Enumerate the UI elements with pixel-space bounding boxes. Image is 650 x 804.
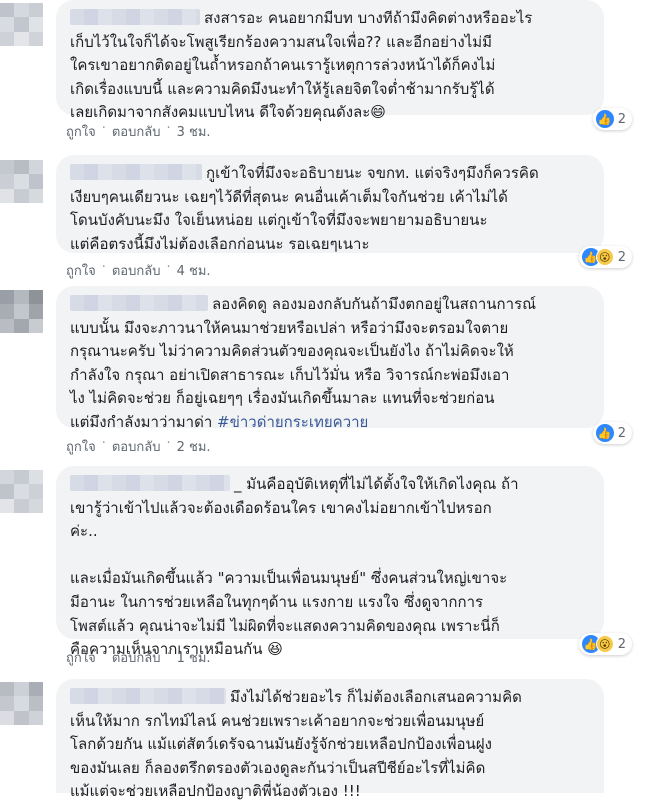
comment-actions: ถูกใจ · ตอบกลับ · 1 ชม.: [66, 647, 211, 668]
separator: ·: [166, 260, 171, 275]
like-icon: 👍: [595, 110, 614, 128]
reaction-summary[interactable]: 👍 2: [592, 108, 632, 130]
like-link[interactable]: ถูกใจ: [66, 121, 96, 142]
hashtag-link[interactable]: #ข่าวด่ายกระเทยควาย: [217, 413, 368, 431]
timestamp[interactable]: 4 ชม.: [177, 260, 211, 281]
separator: ·: [166, 647, 171, 662]
author-name-blurred[interactable]: [70, 295, 208, 311]
avatar[interactable]: [0, 290, 43, 333]
comment-bubble: มึงไม่ได้ช่วยอะไร ก็ไม่ต้องเลือกเสนอความ…: [56, 679, 604, 800]
separator: ·: [101, 647, 106, 662]
like-icon: 👍: [595, 424, 614, 442]
author-name-blurred[interactable]: [70, 475, 230, 491]
comment-text: สงสารอะ คนอยากมีบท บางทีถ้ามึงคิดต่างหรื…: [70, 9, 533, 122]
comment-bubble: กูเข้าใจที่มึงจะอธิบายนะ จขกท. แต่จริงๆม…: [56, 155, 604, 253]
reaction-summary[interactable]: 👍 😮 2: [578, 633, 632, 655]
separator: ·: [101, 436, 106, 451]
avatar[interactable]: [0, 3, 43, 46]
comment-actions: ถูกใจ · ตอบกลับ · 3 ชม.: [66, 121, 211, 142]
comment-text: ลองคิดดู ลองมองกลับกันถ้ามึงตกอยู่ในสถาน…: [70, 295, 536, 431]
like-link[interactable]: ถูกใจ: [66, 647, 96, 668]
separator: ·: [101, 260, 106, 275]
reply-link[interactable]: ตอบกลับ: [112, 260, 161, 281]
author-name-blurred[interactable]: [70, 164, 202, 180]
reaction-count: 2: [617, 425, 626, 441]
author-name-blurred[interactable]: [70, 688, 226, 704]
reaction-count: 2: [617, 111, 626, 127]
comment-text: _ มันคืออุบัติเหตุที่ไม่ได้ตั้งใจให้เกิด…: [70, 475, 519, 659]
avatar[interactable]: [0, 682, 43, 725]
comment-bubble: _ มันคืออุบัติเหตุที่ไม่ได้ตั้งใจให้เกิด…: [56, 466, 604, 658]
separator: ·: [166, 436, 171, 451]
reaction-count: 2: [617, 636, 626, 652]
wow-icon: 😮: [595, 635, 614, 653]
reply-link[interactable]: ตอบกลับ: [112, 436, 161, 457]
avatar[interactable]: [0, 160, 43, 203]
wow-icon: 😮: [595, 248, 614, 266]
timestamp[interactable]: 2 ชม.: [177, 436, 211, 457]
avatar[interactable]: [0, 470, 43, 513]
reaction-summary[interactable]: 👍 😮 2: [578, 246, 632, 268]
timestamp[interactable]: 1 ชม.: [177, 647, 211, 668]
reply-link[interactable]: ตอบกลับ: [112, 121, 161, 142]
separator: ·: [166, 121, 171, 136]
reaction-summary[interactable]: 👍 2: [592, 422, 632, 444]
reply-link[interactable]: ตอบกลับ: [112, 647, 161, 668]
comment-actions: ถูกใจ · ตอบกลับ · 4 ชม.: [66, 260, 211, 281]
author-name-blurred[interactable]: [70, 9, 200, 25]
comment-actions: ถูกใจ · ตอบกลับ · 2 ชม.: [66, 436, 211, 457]
separator: ·: [101, 121, 106, 136]
like-link[interactable]: ถูกใจ: [66, 260, 96, 281]
comment-bubble: สงสารอะ คนอยากมีบท บางทีถ้ามึงคิดต่างหรื…: [56, 0, 604, 121]
like-link[interactable]: ถูกใจ: [66, 436, 96, 457]
reaction-count: 2: [617, 249, 626, 265]
timestamp[interactable]: 3 ชม.: [177, 121, 211, 142]
comment-bubble: ลองคิดดู ลองมองกลับกันถ้ามึงตกอยู่ในสถาน…: [56, 286, 604, 431]
comment-text: มึงไม่ได้ช่วยอะไร ก็ไม่ต้องเลือกเสนอความ…: [70, 688, 522, 801]
